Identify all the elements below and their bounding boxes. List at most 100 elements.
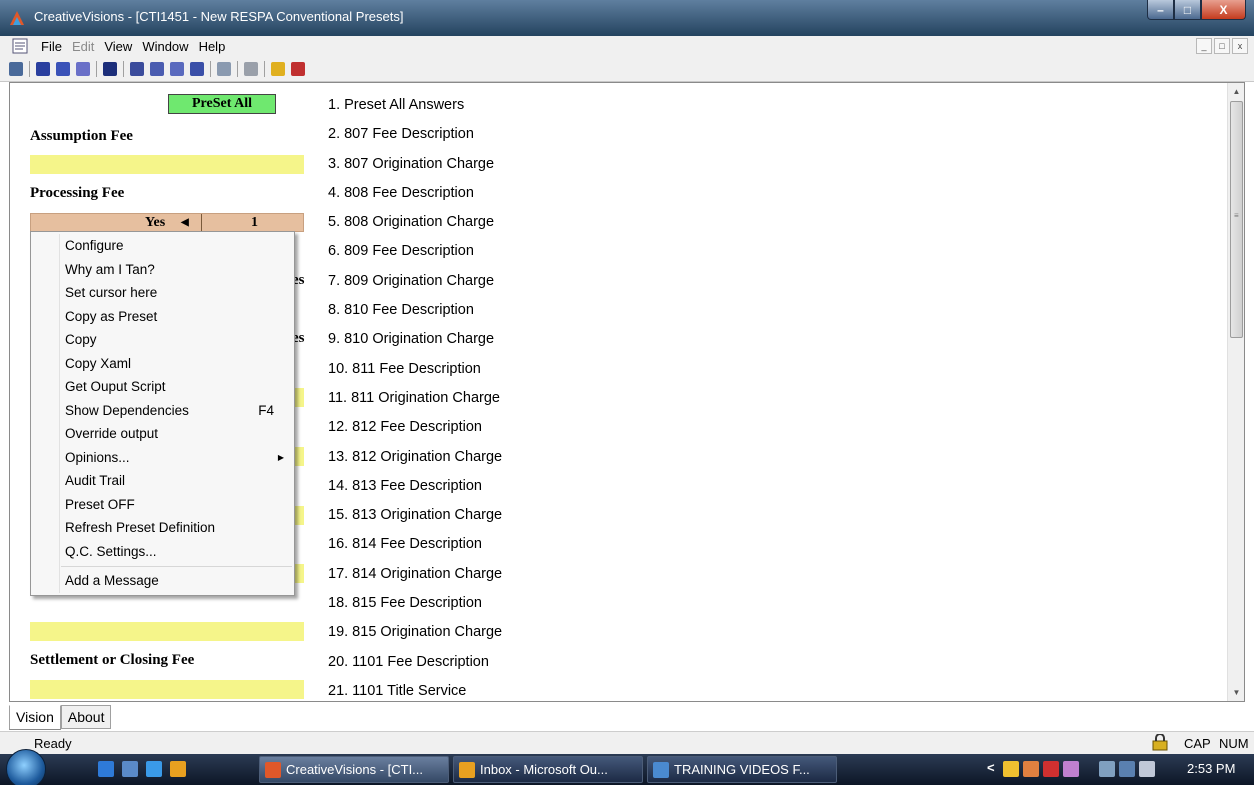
system-clock[interactable]: 2:53 PM: [1187, 761, 1235, 776]
form-alt-icon[interactable]: [56, 61, 70, 76]
question-item[interactable]: 14. 813 Fee Description: [328, 478, 502, 507]
toolbar-separator: [29, 60, 30, 77]
menu-item-opinions[interactable]: Opinions... ▶: [65, 448, 286, 470]
mail-tray-icon[interactable]: [1003, 761, 1019, 777]
people-icon[interactable]: [130, 61, 144, 76]
outlook-tray-icon[interactable]: [1023, 761, 1039, 777]
hidden-field[interactable]: [294, 564, 304, 583]
tray-expand-arrow-icon[interactable]: <: [987, 760, 995, 775]
app-tray-icon[interactable]: [1063, 761, 1079, 777]
settlement-fee-field[interactable]: [30, 680, 304, 699]
menu-item-label: Copy: [65, 332, 97, 347]
hidden-field[interactable]: [294, 506, 304, 525]
antivirus-tray-icon[interactable]: [1043, 761, 1059, 777]
question-item[interactable]: 21. 1101 Title Service: [328, 683, 502, 701]
caps-lock-indicator: CAP: [1184, 736, 1211, 751]
question-item[interactable]: 19. 815 Origination Charge: [328, 624, 502, 653]
outlook-icon[interactable]: [170, 761, 186, 777]
menu-window[interactable]: Window: [137, 39, 193, 54]
menu-item-copy[interactable]: Copy: [65, 330, 286, 352]
question-item[interactable]: 13. 812 Origination Charge: [328, 449, 502, 478]
menu-item-configure[interactable]: Configure: [65, 236, 286, 258]
settings-icon[interactable]: [150, 61, 164, 76]
question-item[interactable]: 7. 809 Origination Charge: [328, 273, 502, 302]
print-icon[interactable]: [244, 61, 258, 76]
scroll-down-arrow-icon[interactable]: ▼: [1228, 684, 1244, 701]
fee-field[interactable]: [30, 622, 304, 641]
menu-edit[interactable]: Edit: [67, 39, 99, 54]
menu-file[interactable]: File: [36, 39, 67, 54]
question-item[interactable]: 6. 809 Fee Description: [328, 243, 502, 272]
calculator-icon[interactable]: [190, 61, 204, 76]
mdi-restore-button[interactable]: □: [1214, 38, 1230, 54]
menu-item-why-tan[interactable]: Why am I Tan?: [65, 260, 286, 282]
menu-help[interactable]: Help: [194, 39, 231, 54]
hidden-field[interactable]: [294, 447, 304, 466]
question-item[interactable]: 5. 808 Origination Charge: [328, 214, 502, 243]
menu-item-preset-off[interactable]: Preset OFF: [65, 495, 286, 517]
question-item[interactable]: 20. 1101 Fee Description: [328, 654, 502, 683]
menu-item-show-dependencies[interactable]: Show Dependencies F4: [65, 401, 286, 423]
start-button[interactable]: [6, 749, 46, 785]
question-item[interactable]: 10. 811 Fee Description: [328, 361, 502, 390]
question-item[interactable]: 2. 807 Fee Description: [328, 126, 502, 155]
tab-vision[interactable]: Vision: [9, 705, 61, 730]
scrollbar-thumb[interactable]: ≡: [1230, 101, 1243, 338]
menu-item-refresh-preset[interactable]: Refresh Preset Definition: [65, 518, 286, 540]
open-icon[interactable]: [9, 61, 23, 76]
taskbar-item-inbox[interactable]: Inbox - Microsoft Ou...: [453, 756, 643, 783]
shortcut-label: F4: [258, 402, 274, 418]
menu-item-qc-settings[interactable]: Q.C. Settings...: [65, 542, 286, 564]
mdi-close-button[interactable]: x: [1232, 38, 1248, 54]
question-item[interactable]: 8. 810 Fee Description: [328, 302, 502, 331]
volume-tray-icon[interactable]: [1139, 761, 1155, 777]
question-item[interactable]: 3. 807 Origination Charge: [328, 156, 502, 185]
help-icon[interactable]: [271, 61, 285, 76]
document-icon[interactable]: [12, 38, 30, 54]
close-button[interactable]: X: [1201, 0, 1246, 20]
menu-item-override-output[interactable]: Override output: [65, 424, 286, 446]
question-item[interactable]: 15. 813 Origination Charge: [328, 507, 502, 536]
report-icon[interactable]: [103, 61, 117, 76]
pin-icon[interactable]: [217, 61, 231, 76]
assumption-fee-field[interactable]: [30, 155, 304, 174]
question-item[interactable]: 9. 810 Origination Charge: [328, 331, 502, 360]
menu-item-set-cursor[interactable]: Set cursor here: [65, 283, 286, 305]
menu-view[interactable]: View: [99, 39, 137, 54]
question-item[interactable]: 11. 811 Origination Charge: [328, 390, 502, 419]
menu-item-add-message[interactable]: Add a Message: [65, 571, 286, 593]
question-item[interactable]: 4. 808 Fee Description: [328, 185, 502, 214]
question-item[interactable]: 12. 812 Fee Description: [328, 419, 502, 448]
grid-icon[interactable]: [170, 61, 184, 76]
mdi-minimize-button[interactable]: _: [1196, 38, 1212, 54]
device-tray-icon[interactable]: [1099, 761, 1115, 777]
question-item[interactable]: 17. 814 Origination Charge: [328, 566, 502, 595]
preset-all-button[interactable]: PreSet All: [168, 94, 276, 114]
chart-icon[interactable]: [76, 61, 90, 76]
show-desktop-icon[interactable]: [98, 761, 114, 777]
taskbar-item-training-videos[interactable]: TRAINING VIDEOS F...: [647, 756, 837, 783]
menu-item-copy-xaml[interactable]: Copy Xaml: [65, 354, 286, 376]
question-item[interactable]: 1. Preset All Answers: [328, 97, 502, 126]
menu-item-label: Why am I Tan?: [65, 261, 155, 277]
switch-windows-icon[interactable]: [122, 761, 138, 777]
menu-item-get-output-script[interactable]: Get Ouput Script: [65, 377, 286, 399]
question-item[interactable]: 16. 814 Fee Description: [328, 536, 502, 565]
menu-item-copy-as-preset[interactable]: Copy as Preset: [65, 307, 286, 329]
hidden-field[interactable]: [294, 388, 304, 407]
vertical-scrollbar[interactable]: ▲ ≡ ▼: [1227, 83, 1244, 701]
form-icon[interactable]: [36, 61, 50, 76]
processing-fee-field[interactable]: Yes ◀ 1: [30, 213, 304, 232]
minimize-button[interactable]: –: [1147, 0, 1174, 20]
question-item[interactable]: 18. 815 Fee Description: [328, 595, 502, 624]
taskbar-item-creativevisions[interactable]: CreativeVisions - [CTI...: [259, 756, 449, 783]
scroll-up-arrow-icon[interactable]: ▲: [1228, 83, 1244, 100]
tab-about[interactable]: About: [60, 705, 112, 729]
internet-explorer-icon[interactable]: [146, 761, 162, 777]
menu-item-audit-trail[interactable]: Audit Trail: [65, 471, 286, 493]
network-tray-icon[interactable]: [1119, 761, 1135, 777]
maximize-button[interactable]: □: [1174, 0, 1201, 20]
left-arrow-icon[interactable]: ◀: [181, 214, 189, 231]
menu-item-label: Show Dependencies: [65, 402, 189, 418]
exit-icon[interactable]: [291, 61, 305, 76]
